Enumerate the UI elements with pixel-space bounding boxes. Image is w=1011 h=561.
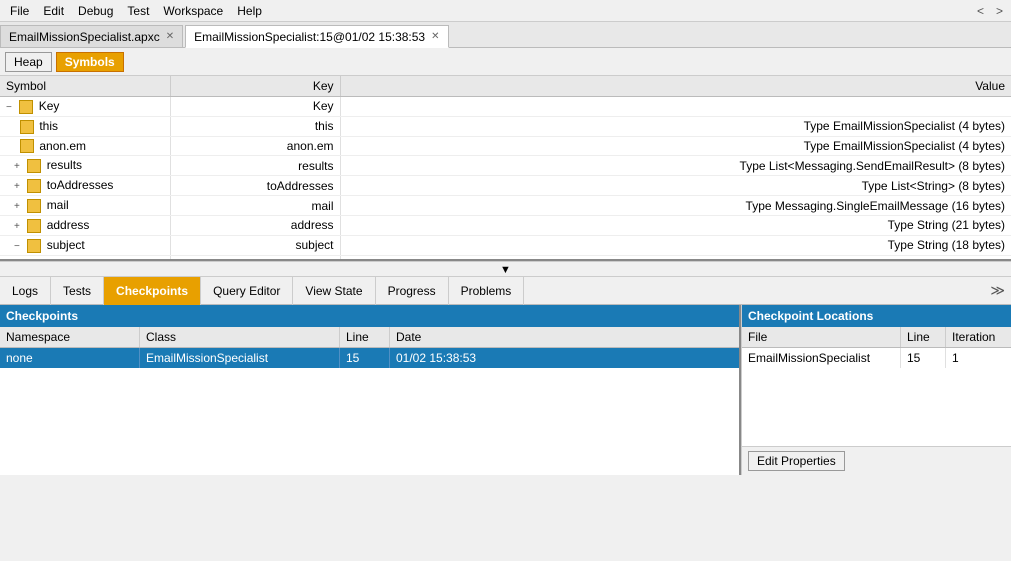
- checkpoints-columns: Namespace Class Line Date: [0, 327, 739, 348]
- menu-test[interactable]: Test: [121, 2, 155, 20]
- edit-props-bar: Edit Properties: [742, 446, 1011, 475]
- col-iteration: Iteration: [946, 327, 1011, 347]
- tab-session-close[interactable]: ✕: [431, 31, 439, 42]
- cp-right-columns: File Line Iteration: [742, 327, 1011, 348]
- symbols-table: Symbol Key Value − Key Key this: [0, 76, 1011, 261]
- cp-right-header: Checkpoint Locations: [742, 305, 1011, 327]
- symbols-button[interactable]: Symbols: [56, 52, 124, 72]
- checkpoints-right: Checkpoint Locations File Line Iteration…: [741, 305, 1011, 475]
- table-row[interactable]: + address address Type String (21 bytes): [0, 215, 1011, 235]
- tab-logs[interactable]: Logs: [0, 277, 51, 305]
- cp-right-row[interactable]: EmailMissionSpecialist 15 1: [742, 348, 1011, 368]
- col-namespace: Namespace: [0, 327, 140, 347]
- col-class: Class: [140, 327, 340, 347]
- table-row[interactable]: anon.em anon.em Type EmailMissionSpecial…: [0, 136, 1011, 156]
- table-row[interactable]: − Key Key: [0, 97, 1011, 117]
- heap-button[interactable]: Heap: [5, 52, 52, 72]
- bottom-panel: Checkpoints Namespace Class Line Date no…: [0, 305, 1011, 475]
- table-row[interactable]: this this Type EmailMissionSpecialist (4…: [0, 116, 1011, 136]
- cell-line: 15: [340, 348, 390, 368]
- menu-file[interactable]: File: [4, 2, 35, 20]
- col-date: Date: [390, 327, 739, 347]
- tab-checkpoints[interactable]: Checkpoints: [104, 277, 201, 305]
- tab-apxc-close[interactable]: ✕: [166, 31, 174, 42]
- menu-edit[interactable]: Edit: [37, 2, 70, 20]
- tab-view-state[interactable]: View State: [293, 277, 375, 305]
- nav-forward[interactable]: >: [992, 2, 1007, 20]
- table-row[interactable]: + mail mail Type Messaging.SingleEmailMe…: [0, 196, 1011, 216]
- col-line: Line: [340, 327, 390, 347]
- cell-file: EmailMissionSpecialist: [742, 348, 901, 368]
- tab-problems[interactable]: Problems: [449, 277, 525, 305]
- table-row[interactable]: − subject subject Type String (18 bytes): [0, 235, 1011, 255]
- col-key: Key: [170, 76, 340, 97]
- cell-line: 15: [901, 348, 946, 368]
- nav-back[interactable]: <: [973, 2, 988, 20]
- menu-workspace[interactable]: Workspace: [157, 2, 229, 20]
- tab-apxc[interactable]: EmailMissionSpecialist.apxc ✕: [0, 25, 183, 47]
- cell-date: 01/02 15:38:53: [390, 348, 739, 368]
- table-row[interactable]: + results results Type List<Messaging.Se…: [0, 156, 1011, 176]
- table-row[interactable]: + toAddresses toAddresses Type List<Stri…: [0, 176, 1011, 196]
- edit-properties-button[interactable]: Edit Properties: [748, 451, 845, 471]
- col-symbol: Symbol: [0, 76, 170, 97]
- tab-tests[interactable]: Tests: [51, 277, 104, 305]
- cell-iteration: 1: [946, 348, 1011, 368]
- col-file: File: [742, 327, 901, 347]
- bottom-tabs-bar: Logs Tests Checkpoints Query Editor View…: [0, 277, 1011, 305]
- menu-help[interactable]: Help: [231, 2, 268, 20]
- heap-sym-bar: Heap Symbols: [0, 48, 1011, 76]
- checkpoints-left: Checkpoints Namespace Class Line Date no…: [0, 305, 741, 475]
- tab-progress[interactable]: Progress: [376, 277, 449, 305]
- checkpoints-header: Checkpoints: [0, 305, 739, 327]
- col-line: Line: [901, 327, 946, 347]
- menubar: File Edit Debug Test Workspace Help < >: [0, 0, 1011, 22]
- cell-class: EmailMissionSpecialist: [140, 348, 340, 368]
- tab-query-editor[interactable]: Query Editor: [201, 277, 293, 305]
- symbols-table-area: Symbol Key Value − Key Key this: [0, 76, 1011, 261]
- col-value: Value: [340, 76, 1011, 97]
- scroll-indicator[interactable]: ▼: [0, 261, 1011, 277]
- menu-debug[interactable]: Debug: [72, 2, 119, 20]
- cell-namespace: none: [0, 348, 140, 368]
- expand-panel-icon[interactable]: ≫: [984, 280, 1011, 301]
- file-tabs-bar: EmailMissionSpecialist.apxc ✕ EmailMissi…: [0, 22, 1011, 48]
- tab-session[interactable]: EmailMissionSpecialist:15@01/02 15:38:53…: [185, 25, 448, 48]
- checkpoints-row[interactable]: none EmailMissionSpecialist 15 01/02 15:…: [0, 348, 739, 368]
